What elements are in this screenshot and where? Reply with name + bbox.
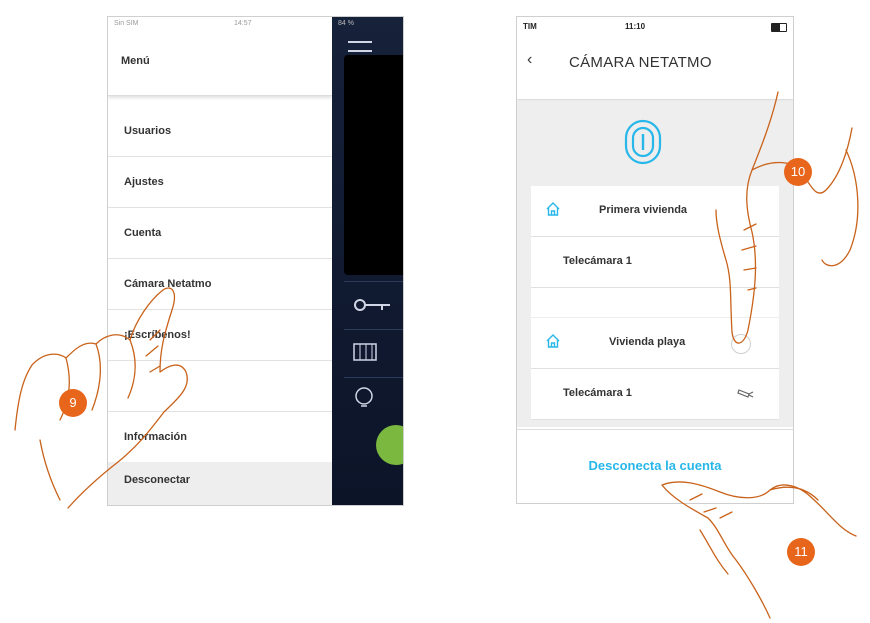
home-icon (546, 202, 560, 216)
disconnect-account-button[interactable]: Desconecta la cuenta (517, 429, 793, 503)
menu-item-label: Información (124, 431, 187, 443)
menu-item-ajustes[interactable]: Ajustes (108, 157, 332, 208)
menu-item-camara-netatmo[interactable]: Cámara Netatmo (108, 259, 332, 310)
menu-item-label: Usuarios (124, 125, 172, 137)
menu-item-blank[interactable] (108, 361, 332, 412)
battery-icon (771, 23, 787, 32)
home-name: Primera vivienda (599, 204, 688, 216)
carrier-label: TIM (523, 22, 537, 31)
menu-item-informacion[interactable]: Información (108, 412, 332, 462)
menu-item-usuarios[interactable]: Usuarios (108, 106, 332, 157)
menu-screen: Sin SIM 14:57 Menú Usuarios Ajustes Cuen… (107, 16, 404, 506)
screen-header: ‹ CÁMARA NETATMO (517, 37, 793, 100)
disconnect-label: Desconecta la cuenta (588, 458, 722, 473)
key-icon[interactable] (344, 281, 403, 326)
back-button[interactable]: ‹ (527, 51, 532, 69)
screen-title: CÁMARA NETATMO (569, 54, 712, 71)
menu-item-cuenta[interactable]: Cuenta (108, 208, 332, 259)
video-preview (344, 55, 403, 275)
menu-item-label: Cámara Netatmo (124, 278, 212, 290)
menu-item-escribenos[interactable]: ¡Escríbenos! (108, 310, 332, 361)
status-bar: TIM 11:10 (517, 17, 793, 37)
netatmo-logo-icon (624, 119, 662, 165)
side-menu: Sin SIM 14:57 Menú Usuarios Ajustes Cuen… (108, 17, 332, 505)
home-row-vivienda-playa[interactable]: Vivienda playa (531, 318, 779, 369)
step-badge-9: 9 (59, 389, 87, 417)
home-name: Vivienda playa (609, 336, 686, 348)
step-badge-10: 10 (784, 158, 812, 186)
camera-name: Telecámara 1 (563, 255, 632, 267)
menu-header: Menú (108, 31, 332, 96)
camera-icon (737, 389, 754, 398)
menu-item-label: Cuenta (124, 227, 162, 239)
camera-row[interactable]: Telecámara 1 (531, 237, 779, 288)
camera-name: Telecámara 1 (563, 387, 632, 399)
gate-icon[interactable] (344, 329, 403, 374)
menu-item-label: ¡Escríbenos! (124, 329, 191, 341)
step-badge-11: 11 (787, 538, 815, 566)
logout-label: Desconectar (124, 474, 191, 486)
logout-button[interactable]: Desconectar (108, 462, 332, 505)
time-label: 11:10 (625, 22, 646, 31)
light-bulb-icon[interactable] (344, 377, 403, 422)
battery-label: 84 % (338, 20, 354, 27)
carrier-label: Sin SIM (114, 20, 139, 27)
menu-title: Menú (121, 55, 150, 67)
menu-item-label: Ajustes (124, 176, 164, 188)
netatmo-camera-screen: TIM 11:10 ‹ CÁMARA NETATMO Primera vivie… (516, 16, 794, 504)
select-radio[interactable] (731, 334, 751, 354)
camera-row[interactable]: Telecámara 1 (531, 369, 779, 420)
time-label: 14:57 (234, 20, 252, 27)
account-body: Primera vivienda Telecámara 1 Vivienda p… (517, 101, 793, 427)
home-row-primera-vivienda[interactable]: Primera vivienda (531, 186, 779, 237)
home-icon (546, 334, 560, 348)
row-gap (531, 288, 779, 317)
